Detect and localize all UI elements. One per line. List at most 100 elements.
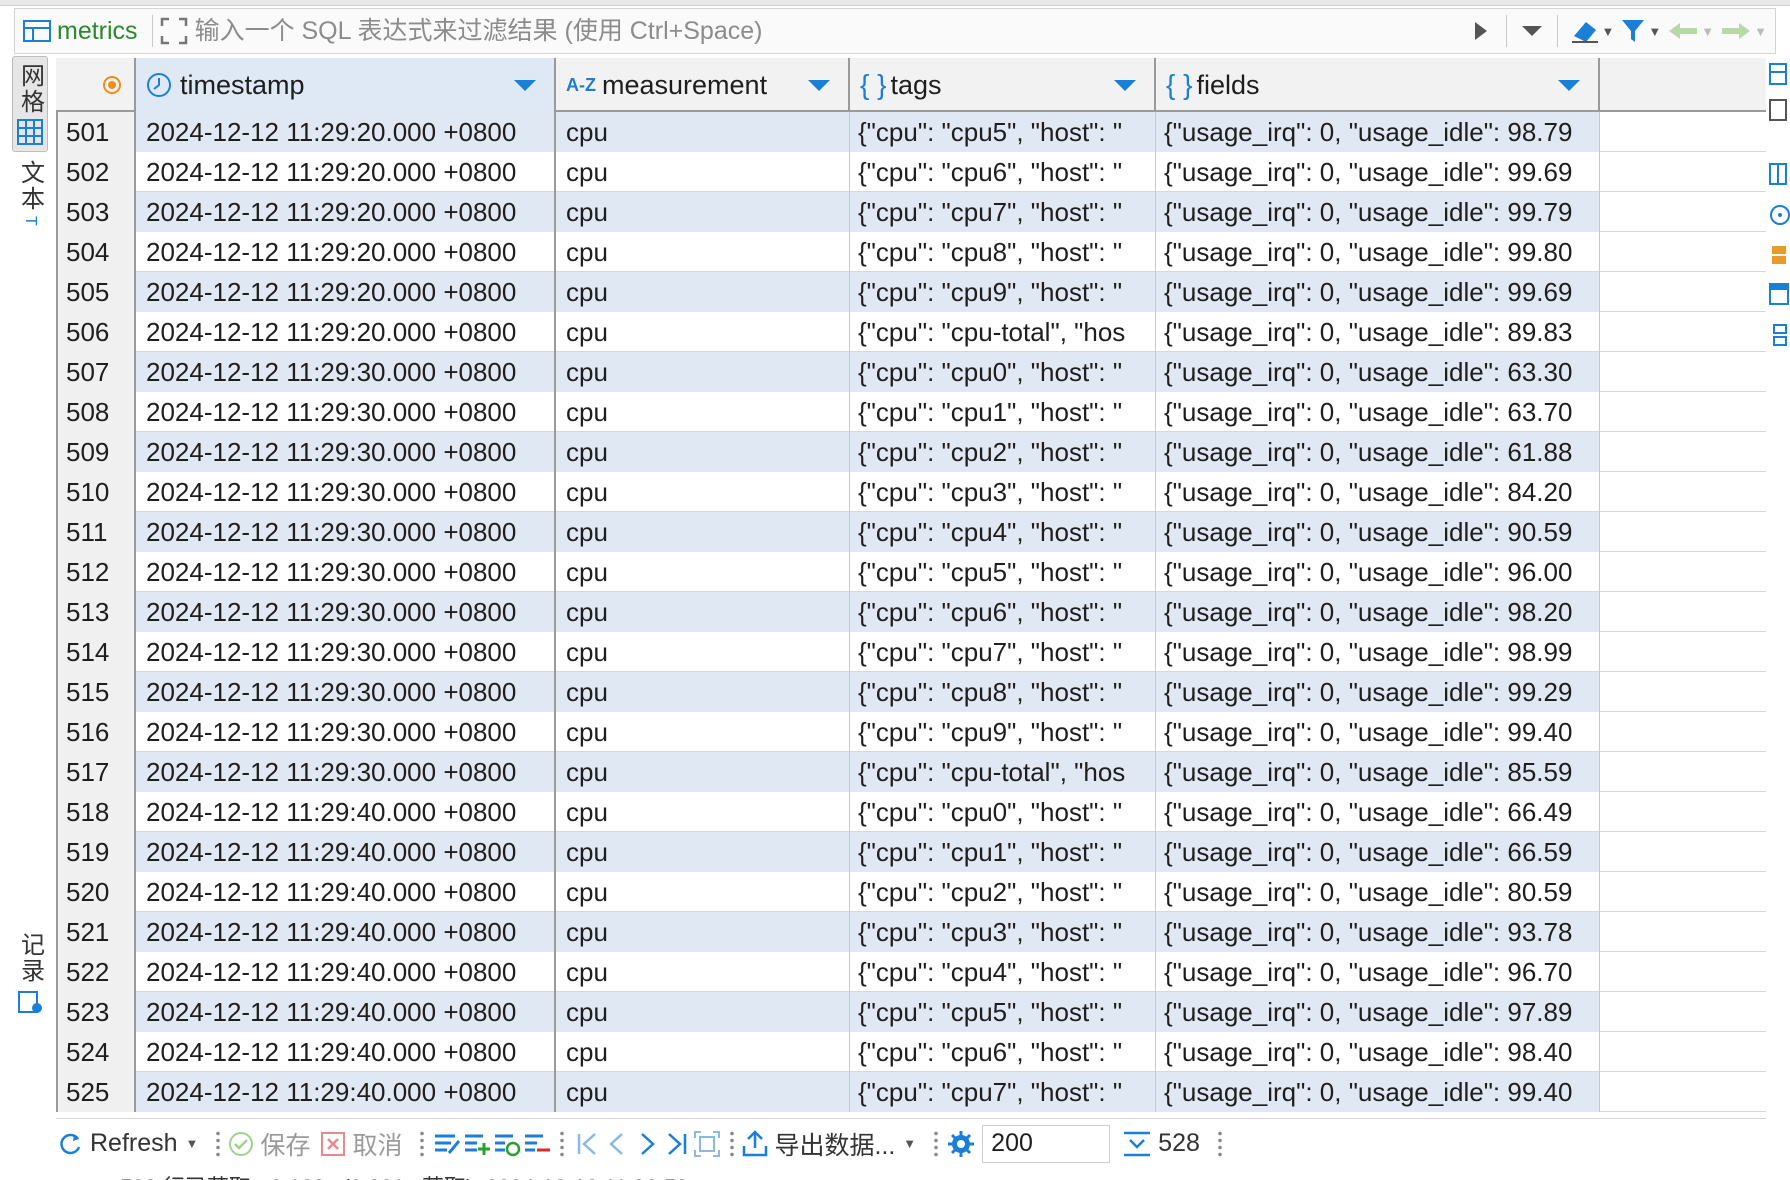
cell-tags[interactable]: {"cpu": "cpu7", "host": " xyxy=(850,632,1156,672)
fetch-size-input[interactable] xyxy=(982,1124,1111,1163)
table-row[interactable]: 511 2024-12-12 11:29:30.000 +0800 cpu {"cpu… xyxy=(56,512,1766,552)
cell-fields[interactable]: {"usage_irq": 0, "usage_idle": 98.20 xyxy=(1156,592,1600,632)
cell-fields[interactable]: {"usage_irq": 0, "usage_idle": 66.59 xyxy=(1156,832,1600,872)
table-row[interactable]: 508 2024-12-12 11:29:30.000 +0800 cpu {"cpu… xyxy=(56,392,1766,432)
cell-tags[interactable]: {"cpu": "cpu7", "host": " xyxy=(850,192,1156,232)
calc-icon[interactable] xyxy=(1766,240,1790,270)
cell-timestamp[interactable]: 2024-12-12 11:29:20.000 +0800 xyxy=(136,232,556,272)
row-number[interactable]: 516 xyxy=(56,712,136,752)
table-row[interactable]: 505 2024-12-12 11:29:20.000 +0800 cpu {"cpu… xyxy=(56,272,1766,312)
cell-timestamp[interactable]: 2024-12-12 11:29:40.000 +0800 xyxy=(136,832,556,872)
row-number[interactable]: 502 xyxy=(56,152,136,192)
grid-layout-icon[interactable] xyxy=(1766,160,1790,190)
table-row[interactable]: 501 2024-12-12 11:29:20.000 +0800 cpu {"cpu… xyxy=(56,112,1766,152)
cell-measurement[interactable]: cpu xyxy=(556,512,850,552)
table-row[interactable]: 503 2024-12-12 11:29:20.000 +0800 cpu {"cpu… xyxy=(56,192,1766,232)
add-row-button[interactable] xyxy=(462,1129,492,1159)
filter-settings-button[interactable]: ▼ xyxy=(1620,14,1661,48)
cell-tags[interactable]: {"cpu": "cpu3", "host": " xyxy=(850,472,1156,512)
cell-fields[interactable]: {"usage_irq": 0, "usage_idle": 63.70 xyxy=(1156,392,1600,432)
cell-timestamp[interactable]: 2024-12-12 11:29:30.000 +0800 xyxy=(136,712,556,752)
cell-measurement[interactable]: cpu xyxy=(556,872,850,912)
row-number[interactable]: 512 xyxy=(56,552,136,592)
table-row[interactable]: 518 2024-12-12 11:29:40.000 +0800 cpu {"cpu… xyxy=(56,792,1766,832)
cell-fields[interactable]: {"usage_irq": 0, "usage_idle": 99.69 xyxy=(1156,272,1600,312)
cell-timestamp[interactable]: 2024-12-12 11:29:30.000 +0800 xyxy=(136,472,556,512)
table-name[interactable]: metrics xyxy=(57,17,138,46)
row-number[interactable]: 510 xyxy=(56,472,136,512)
cell-tags[interactable]: {"cpu": "cpu5", "host": " xyxy=(850,552,1156,592)
value-panel-icon[interactable] xyxy=(1766,96,1790,126)
table-row[interactable]: 516 2024-12-12 11:29:30.000 +0800 cpu {"cpu… xyxy=(56,712,1766,752)
table-row[interactable]: 524 2024-12-12 11:29:40.000 +0800 cpu {"cpu… xyxy=(56,1032,1766,1072)
cell-fields[interactable]: {"usage_irq": 0, "usage_idle": 99.40 xyxy=(1156,1072,1600,1112)
cell-tags[interactable]: {"cpu": "cpu6", "host": " xyxy=(850,592,1156,632)
cell-tags[interactable]: {"cpu": "cpu9", "host": " xyxy=(850,272,1156,312)
cell-fields[interactable]: {"usage_irq": 0, "usage_idle": 97.89 xyxy=(1156,992,1600,1032)
cell-measurement[interactable]: cpu xyxy=(556,672,850,712)
row-number[interactable]: 514 xyxy=(56,632,136,672)
clear-filter-button[interactable]: ▼ xyxy=(1570,14,1614,48)
cell-fields[interactable]: {"usage_irq": 0, "usage_idle": 99.79 xyxy=(1156,192,1600,232)
cell-timestamp[interactable]: 2024-12-12 11:29:30.000 +0800 xyxy=(136,672,556,712)
cell-measurement[interactable]: cpu xyxy=(556,392,850,432)
cell-measurement[interactable]: cpu xyxy=(556,152,850,192)
apply-filter-button[interactable] xyxy=(1468,14,1494,48)
cell-measurement[interactable]: cpu xyxy=(556,1072,850,1112)
row-number[interactable]: 501 xyxy=(56,112,136,152)
cell-measurement[interactable]: cpu xyxy=(556,112,850,152)
cell-fields[interactable]: {"usage_irq": 0, "usage_idle": 90.59 xyxy=(1156,512,1600,552)
cell-tags[interactable]: {"cpu": "cpu6", "host": " xyxy=(850,1032,1156,1072)
row-number[interactable]: 515 xyxy=(56,672,136,712)
cell-tags[interactable]: {"cpu": "cpu-total", "hos xyxy=(850,312,1156,352)
tab-text[interactable]: 文本 T xyxy=(12,160,48,250)
row-number[interactable]: 520 xyxy=(56,872,136,912)
column-header-measurement[interactable]: A-Z measurement xyxy=(556,58,850,112)
cell-tags[interactable]: {"cpu": "cpu3", "host": " xyxy=(850,912,1156,952)
cell-tags[interactable]: {"cpu": "cpu1", "host": " xyxy=(850,392,1156,432)
cell-timestamp[interactable]: 2024-12-12 11:29:40.000 +0800 xyxy=(136,952,556,992)
row-number[interactable]: 505 xyxy=(56,272,136,312)
column-header-fields[interactable]: { } fields xyxy=(1156,58,1600,112)
cell-timestamp[interactable]: 2024-12-12 11:29:40.000 +0800 xyxy=(136,1032,556,1072)
row-number[interactable]: 519 xyxy=(56,832,136,872)
save-button[interactable]: 保存 xyxy=(228,1124,310,1164)
cell-measurement[interactable]: cpu xyxy=(556,632,850,672)
cell-fields[interactable]: {"usage_irq": 0, "usage_idle": 96.70 xyxy=(1156,952,1600,992)
row-number[interactable]: 518 xyxy=(56,792,136,832)
row-number[interactable]: 504 xyxy=(56,232,136,272)
cell-tags[interactable]: {"cpu": "cpu-total", "hos xyxy=(850,752,1156,792)
info-icon[interactable] xyxy=(1766,200,1790,230)
layout-icon[interactable] xyxy=(1766,280,1790,310)
cell-tags[interactable]: {"cpu": "cpu8", "host": " xyxy=(850,672,1156,712)
cell-fields[interactable]: {"usage_irq": 0, "usage_idle": 99.69 xyxy=(1156,152,1600,192)
row-number[interactable]: 524 xyxy=(56,1032,136,1072)
export-data-button[interactable]: 导出数据... ▼ xyxy=(742,1124,916,1164)
table-row[interactable]: 515 2024-12-12 11:29:30.000 +0800 cpu {"cpu… xyxy=(56,672,1766,712)
column-header-timestamp[interactable]: timestamp xyxy=(136,58,556,112)
cell-timestamp[interactable]: 2024-12-12 11:29:30.000 +0800 xyxy=(136,432,556,472)
cell-tags[interactable]: {"cpu": "cpu0", "host": " xyxy=(850,792,1156,832)
refs-icon[interactable] xyxy=(1766,320,1790,350)
row-number[interactable]: 503 xyxy=(56,192,136,232)
table-row[interactable]: 522 2024-12-12 11:29:40.000 +0800 cpu {"cpu… xyxy=(56,952,1766,992)
table-row[interactable]: 513 2024-12-12 11:29:30.000 +0800 cpu {"cpu… xyxy=(56,592,1766,632)
copy-row-button[interactable] xyxy=(492,1129,522,1159)
table-row[interactable]: 506 2024-12-12 11:29:20.000 +0800 cpu {"cpu… xyxy=(56,312,1766,352)
forward-button[interactable]: ▼ xyxy=(1720,14,1767,48)
cell-timestamp[interactable]: 2024-12-12 11:29:30.000 +0800 xyxy=(136,352,556,392)
cell-tags[interactable]: {"cpu": "cpu0", "host": " xyxy=(850,352,1156,392)
cell-timestamp[interactable]: 2024-12-12 11:29:40.000 +0800 xyxy=(136,1072,556,1112)
row-number[interactable]: 522 xyxy=(56,952,136,992)
table-row[interactable]: 504 2024-12-12 11:29:20.000 +0800 cpu {"cpu… xyxy=(56,232,1766,272)
edit-row-button[interactable] xyxy=(432,1129,462,1159)
row-number[interactable]: 517 xyxy=(56,752,136,792)
cancel-button[interactable]: 取消 xyxy=(320,1124,402,1164)
table-row[interactable]: 502 2024-12-12 11:29:20.000 +0800 cpu {"cpu… xyxy=(56,152,1766,192)
row-number[interactable]: 509 xyxy=(56,432,136,472)
table-row[interactable]: 512 2024-12-12 11:29:30.000 +0800 cpu {"cpu… xyxy=(56,552,1766,592)
row-number[interactable]: 521 xyxy=(56,912,136,952)
cell-fields[interactable]: {"usage_irq": 0, "usage_idle": 84.20 xyxy=(1156,472,1600,512)
cell-timestamp[interactable]: 2024-12-12 11:29:40.000 +0800 xyxy=(136,912,556,952)
cell-timestamp[interactable]: 2024-12-12 11:29:30.000 +0800 xyxy=(136,592,556,632)
